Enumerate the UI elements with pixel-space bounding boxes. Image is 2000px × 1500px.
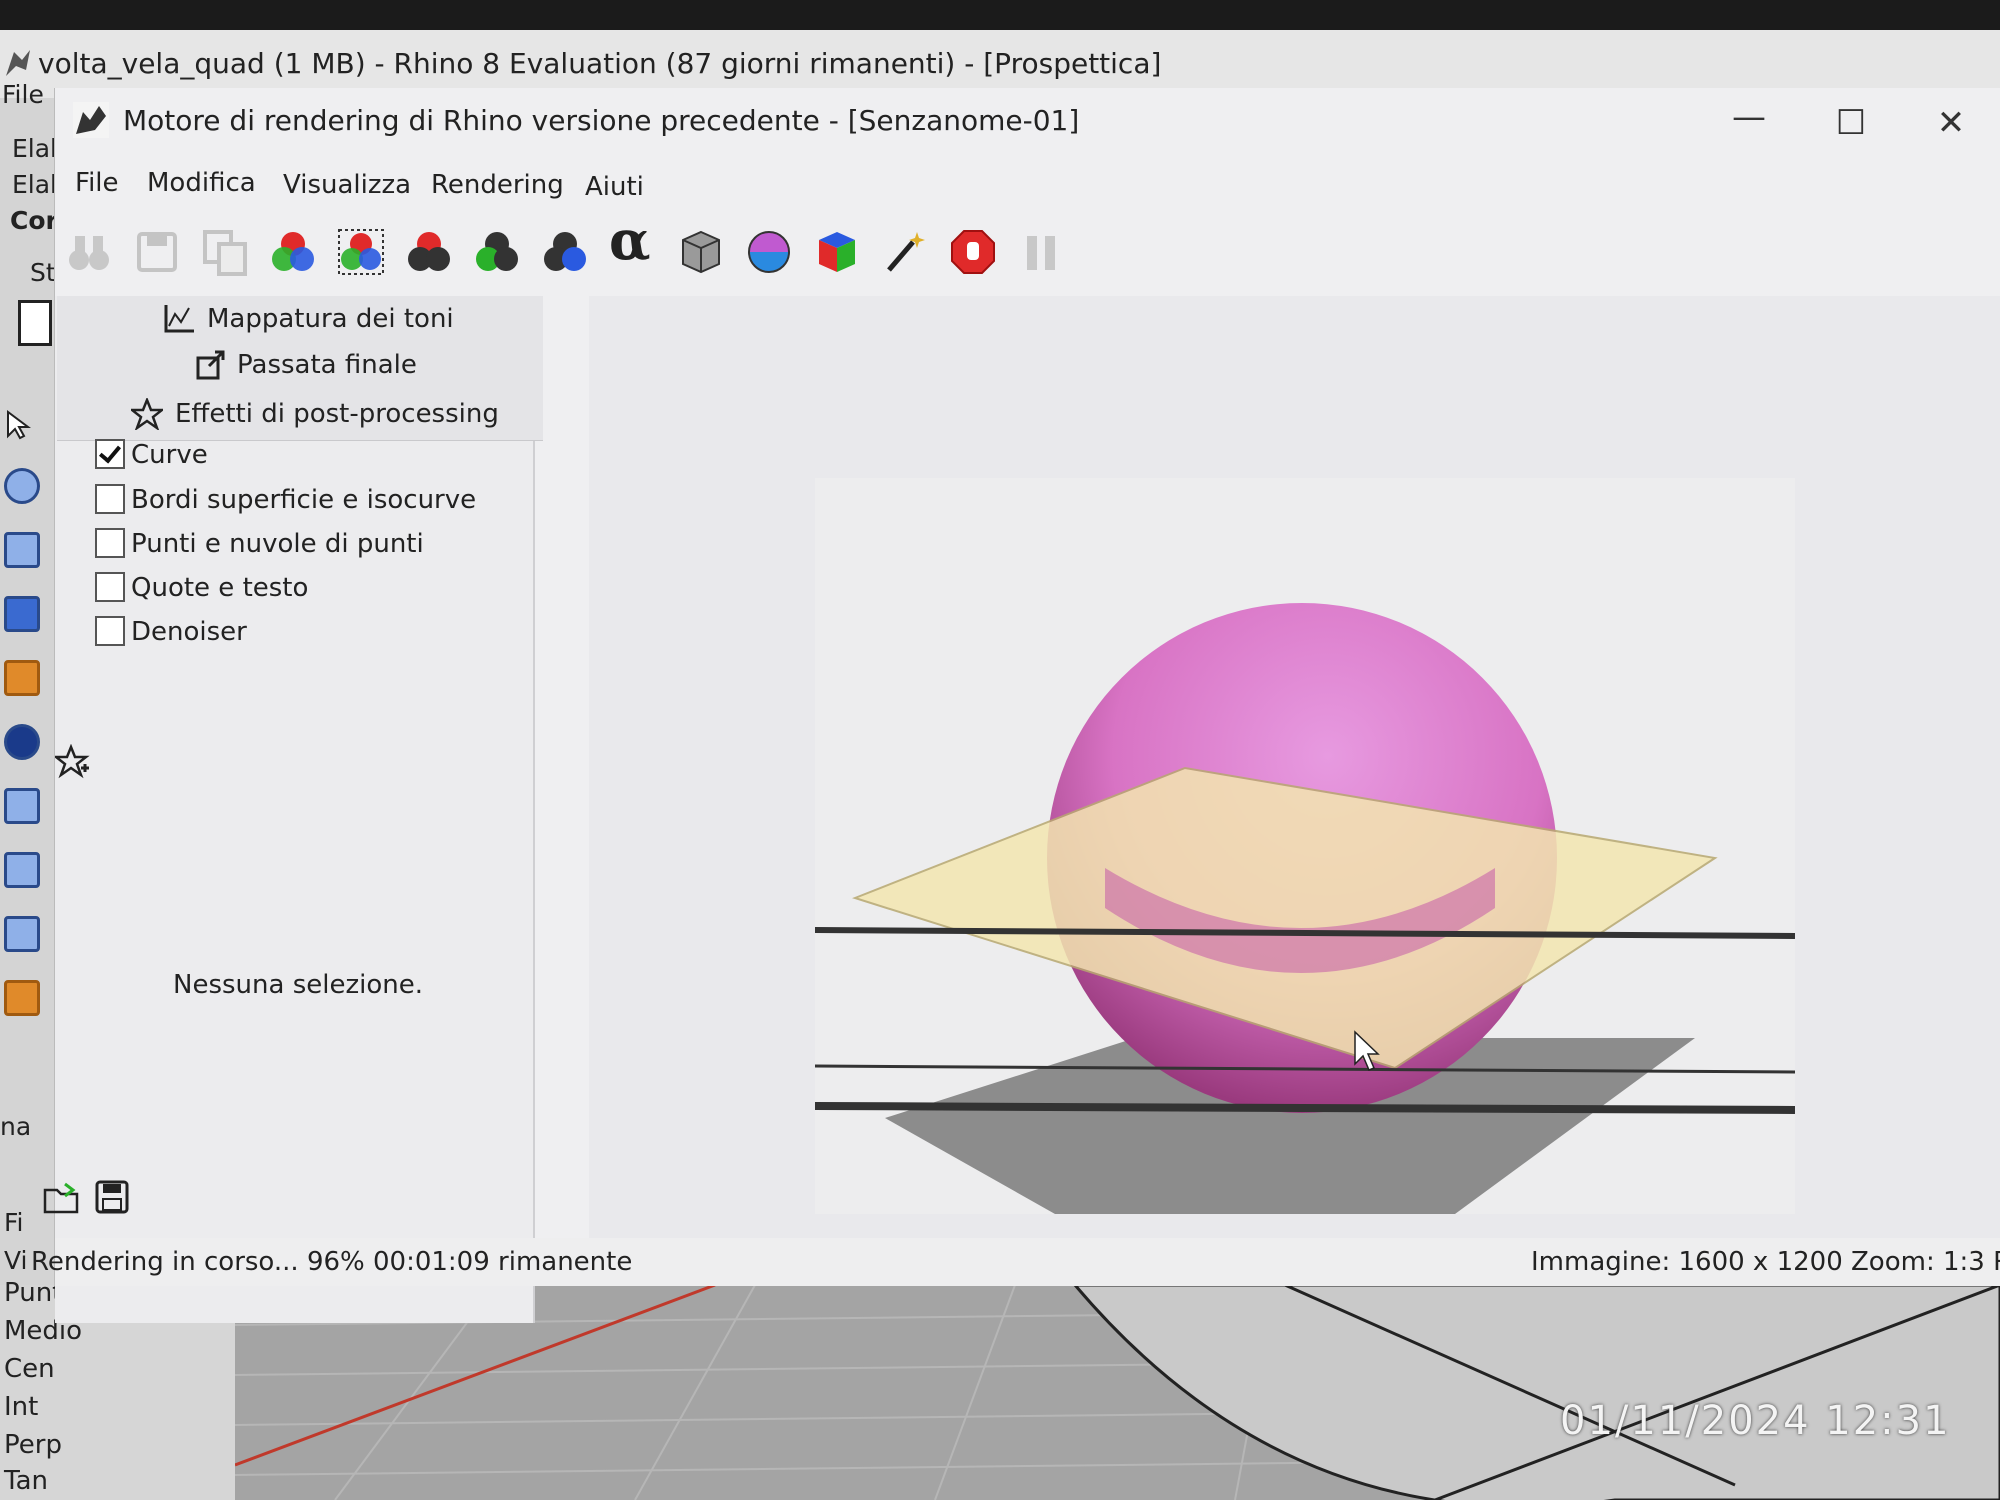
checkbox[interactable] (95, 527, 125, 558)
render-progress: Rendering in corso... 96% 00:01:09 riman… (31, 1247, 633, 1277)
checkbox[interactable] (95, 571, 125, 602)
render-window-title: Motore di rendering di Rhino versione pr… (123, 104, 1080, 137)
render-image[interactable] (815, 478, 1795, 1214)
export-icon (196, 350, 225, 380)
green-channel-icon[interactable] (473, 228, 521, 276)
circle-tool-icon[interactable] (4, 468, 40, 504)
analyze-tool-icon[interactable] (4, 980, 40, 1016)
tone-mapping-section[interactable]: Mappatura dei toni (57, 296, 543, 343)
red-channel-icon[interactable] (405, 228, 453, 276)
option-label: Curve (131, 440, 208, 470)
option-points[interactable]: Punti e nuvole di punti (95, 524, 424, 564)
color-cube-icon[interactable] (813, 228, 861, 276)
stop-icon[interactable] (949, 228, 997, 276)
panel-tab-fragment[interactable]: Fi (4, 1208, 24, 1237)
star-icon (131, 398, 163, 430)
open-folder-icon[interactable] (43, 1180, 81, 1214)
option-label: Bordi superficie e isocurve (131, 485, 477, 515)
rhino-logo-icon (6, 50, 30, 76)
photo-timestamp: 01/11/2024 12:31 (1560, 1398, 1951, 1444)
chart-icon (164, 305, 194, 333)
scanline (815, 1102, 1795, 1114)
menu-visualizza[interactable]: Visualizza (283, 170, 411, 200)
save-preset-icon[interactable] (95, 1180, 129, 1214)
close-button[interactable]: ✕ (1921, 98, 1981, 148)
image-info: Immagine: 1600 x 1200 Zoom: 1:3 RGBA (1531, 1247, 2000, 1277)
rgb-channels-icon[interactable] (269, 228, 317, 276)
save-icon[interactable] (133, 228, 181, 276)
add-effect-icon[interactable] (55, 744, 91, 780)
menu-aiuti[interactable]: Aiuti (585, 172, 644, 202)
option-label: Quote e testo (131, 573, 309, 603)
curve-tool-icon[interactable] (4, 532, 40, 568)
osnap-perpendicular[interactable]: Perp (4, 1430, 62, 1460)
surface-tool-icon[interactable] (4, 596, 40, 632)
checkbox[interactable] (95, 483, 125, 514)
sphere-color-icon[interactable] (745, 228, 793, 276)
menu-file[interactable]: File (75, 168, 119, 198)
command-prompt[interactable]: Cor (10, 206, 58, 235)
option-dimensions[interactable]: Quote e testo (95, 568, 308, 608)
post-effects-section[interactable]: Effetti di post-processing (57, 388, 543, 441)
binoculars-icon[interactable] (65, 228, 113, 276)
transform-tool-icon[interactable] (4, 660, 40, 696)
rgb-dots-icon[interactable] (337, 228, 385, 276)
option-curve[interactable]: Curve (95, 435, 208, 475)
text-tool-icon[interactable] (4, 788, 40, 824)
osnap-center[interactable]: Cen (4, 1354, 55, 1384)
pause-icon[interactable] (1017, 228, 1065, 276)
checkbox[interactable] (95, 438, 125, 469)
alpha-icon[interactable]: α (609, 213, 657, 267)
rhino-render-logo-icon (73, 102, 109, 138)
cube-icon[interactable] (677, 228, 725, 276)
main-menu-file[interactable]: File (2, 80, 44, 109)
magic-wand-icon[interactable] (881, 228, 929, 276)
new-file-icon[interactable] (18, 300, 52, 346)
copy-icon[interactable] (201, 228, 249, 276)
render-status-bar: Rendering in corso... 96% 00:01:09 riman… (31, 1238, 2000, 1286)
maximize-button[interactable]: ☐ (1821, 98, 1881, 148)
menu-modifica[interactable]: Modifica (147, 168, 256, 198)
minimize-button[interactable]: — (1719, 92, 1779, 142)
option-label: Denoiser (131, 617, 247, 647)
monitor-bezel (0, 0, 2000, 32)
toolbar-tab-standard[interactable]: St (30, 258, 56, 287)
option-surface-edges[interactable]: Bordi superficie e isocurve (95, 480, 476, 520)
select-arrow-icon[interactable] (4, 410, 34, 440)
solid-tool-icon[interactable] (4, 724, 40, 760)
option-label: Punti e nuvole di punti (131, 529, 424, 559)
render-title-bar: Motore di rendering di Rhino versione pr… (55, 88, 2000, 160)
render-window: Motore di rendering di Rhino versione pr… (31, 88, 2000, 1323)
drafting-tool-icon[interactable] (4, 916, 40, 952)
post-effects-label: Effetti di post-processing (175, 399, 499, 429)
blue-channel-icon[interactable] (541, 228, 589, 276)
final-pass-label: Passata finale (237, 350, 417, 380)
option-denoiser[interactable]: Denoiser (95, 612, 247, 652)
panel-tab-fragment[interactable]: Vi (4, 1246, 28, 1275)
mesh-tool-icon[interactable] (4, 852, 40, 888)
menu-rendering[interactable]: Rendering (431, 170, 564, 200)
panel-tab-fragment[interactable]: na (0, 1112, 31, 1141)
checkbox[interactable] (95, 615, 125, 646)
osnap-tangent[interactable]: Tan (4, 1466, 48, 1496)
no-selection-text: Nessuna selezione. (173, 970, 423, 1000)
final-pass-section[interactable]: Passata finale (57, 342, 543, 389)
tone-mapping-label: Mappatura dei toni (207, 304, 454, 334)
osnap-intersection[interactable]: Int (4, 1392, 38, 1422)
